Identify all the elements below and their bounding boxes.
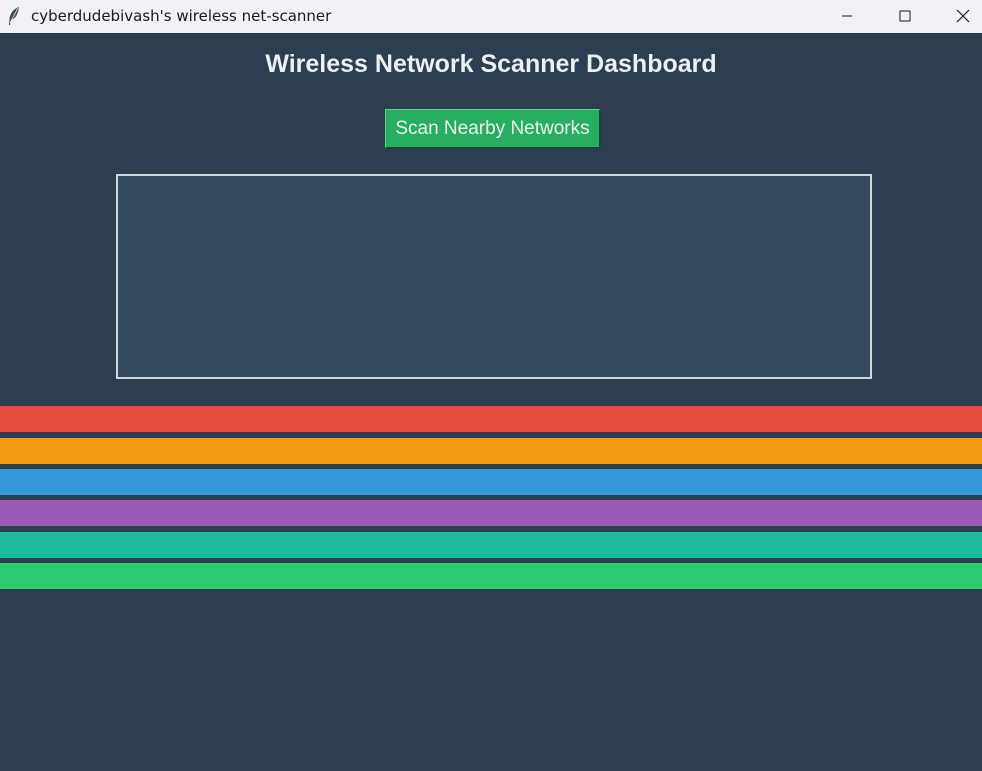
dashboard-title: Wireless Network Scanner Dashboard [265,50,717,78]
title-bar[interactable]: cyberdudebivash's wireless net-scanner [0,0,982,33]
color-bar-orange [0,438,982,464]
close-button[interactable] [940,0,982,32]
minimize-button[interactable] [824,0,870,32]
maximize-button[interactable] [882,0,928,32]
minimize-icon [841,10,853,22]
app-window: cyberdudebivash's wireless net-scanner W… [0,0,982,771]
window-title: cyberdudebivash's wireless net-scanner [31,7,332,25]
close-icon [956,9,970,23]
color-bar-green [0,563,982,589]
color-bar-red [0,406,982,432]
color-bar-purple [0,500,982,526]
maximize-icon [899,10,911,22]
results-text-area[interactable] [116,174,872,379]
scan-networks-button[interactable]: Scan Nearby Networks [385,109,601,149]
feather-icon [7,6,21,26]
color-bar-teal [0,532,982,558]
color-bar-blue [0,469,982,495]
